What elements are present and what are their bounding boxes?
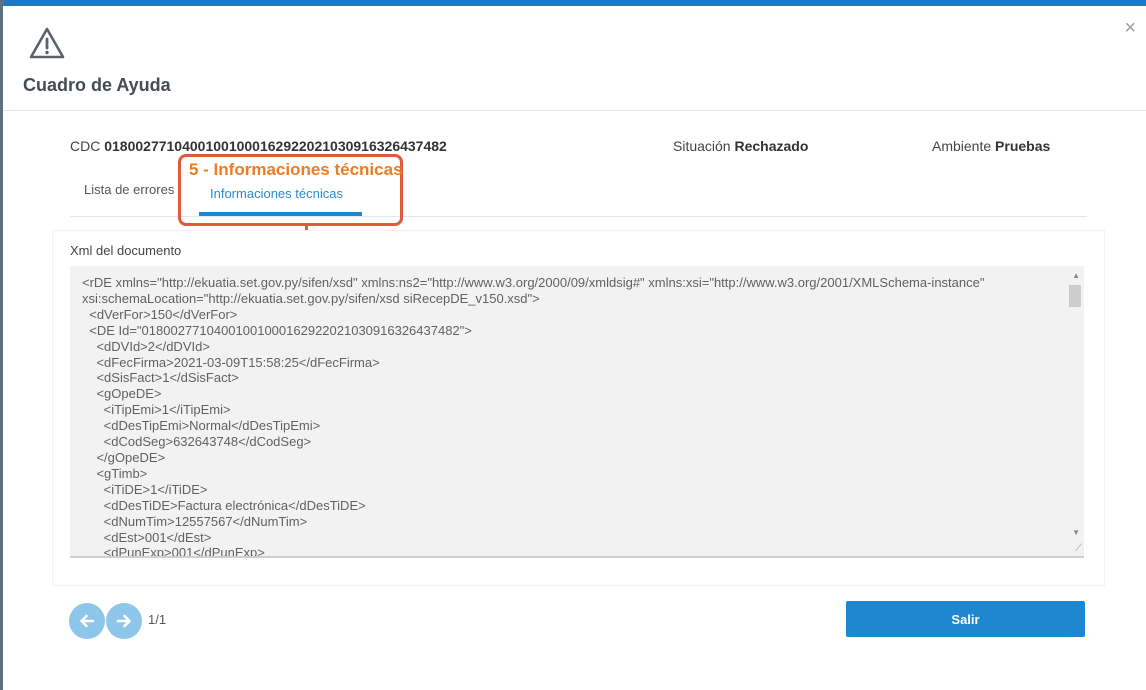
scroll-thumb[interactable] [1069, 285, 1081, 307]
cdc-value: 0180027710400100100016292202103091632643… [104, 138, 447, 154]
exit-button[interactable]: Salir [846, 601, 1085, 637]
ambiente-label: Ambiente [932, 138, 992, 154]
tabs-divider [70, 216, 1087, 217]
scroll-up-icon[interactable]: ▲ [1072, 271, 1080, 280]
close-icon[interactable]: × [1124, 18, 1136, 38]
xml-label: Xml del documento [70, 243, 182, 258]
dialog-title: Cuadro de Ayuda [23, 75, 171, 95]
warning-triangle-icon [29, 27, 65, 59]
tab-lista-de-errores[interactable]: Lista de errores [84, 182, 174, 197]
arrow-right-icon [116, 614, 131, 628]
annotation-callout-label: 5 - Informaciones técnicas [189, 160, 403, 179]
xml-textarea[interactable]: <rDE xmlns="http://ekuatia.set.gov.py/si… [70, 266, 1084, 558]
tab-informaciones-tecnicas[interactable]: Informaciones técnicas [210, 186, 343, 201]
cdc-info: CDC 018002771040010010001629220210309163… [70, 138, 447, 154]
previous-page-button[interactable] [69, 603, 105, 639]
resize-grip-icon[interactable]: ⟋ [1075, 543, 1082, 554]
situacion-info: Situación Rechazado [673, 138, 808, 154]
next-page-button[interactable] [106, 603, 142, 639]
cdc-label: CDC [70, 138, 101, 154]
xml-scrollbar[interactable]: ▲ ▼ [1067, 266, 1084, 556]
situacion-label: Situación [673, 138, 731, 154]
ambiente-value: Pruebas [995, 138, 1051, 154]
page-indicator: 1/1 [148, 612, 167, 627]
ambiente-info: Ambiente Pruebas [932, 138, 1050, 154]
situacion-value: Rechazado [734, 138, 809, 154]
header-divider [3, 110, 1146, 111]
xml-content: <rDE xmlns="http://ekuatia.set.gov.py/si… [82, 275, 985, 558]
arrow-left-icon [80, 614, 95, 628]
scroll-down-icon[interactable]: ▼ [1072, 528, 1080, 537]
